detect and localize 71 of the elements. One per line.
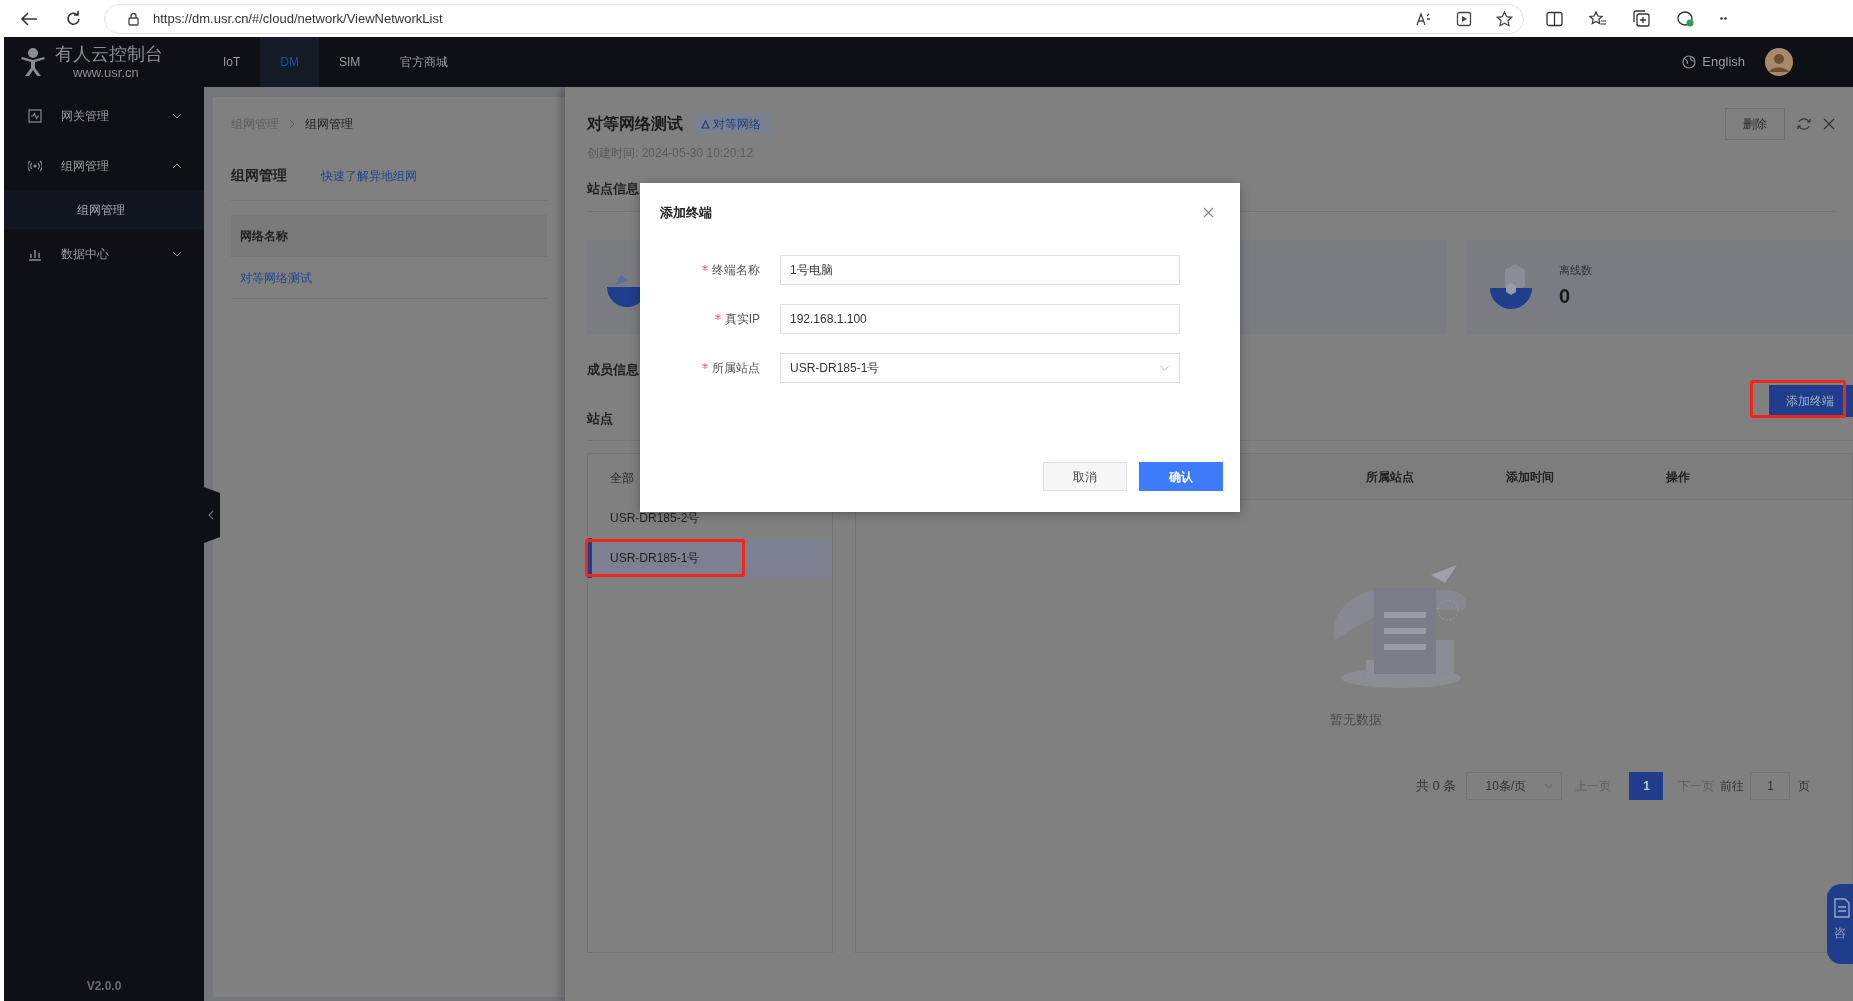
- signal-icon: [28, 159, 42, 173]
- chevron-down-icon: [1544, 782, 1554, 789]
- field-label: 真实IP: [724, 310, 760, 328]
- logo-title: 有人云控制台: [55, 45, 163, 63]
- section-heading: 站点: [587, 409, 613, 428]
- sidebar-item[interactable]: 网关管理: [4, 91, 204, 141]
- add-terminal-button[interactable]: 添加终端: [1769, 385, 1853, 417]
- favorites-icon[interactable]: [1589, 10, 1607, 27]
- collapse-handle[interactable]: [204, 487, 220, 543]
- read-aloud-icon[interactable]: [1416, 11, 1432, 26]
- more-icon[interactable]: [1720, 17, 1727, 20]
- page-size-select[interactable]: 10条/页: [1466, 771, 1563, 800]
- version-label: V2.0.0: [86, 978, 122, 995]
- split-screen-icon[interactable]: [1546, 10, 1563, 27]
- stat-label: 离线数: [1559, 262, 1592, 278]
- sidebar-item[interactable]: 数据中心: [4, 229, 204, 279]
- site-list-item[interactable]: USR-DR185-1号: [588, 538, 832, 578]
- chevron-up-icon: [172, 163, 182, 169]
- bar-chart-icon: [28, 247, 42, 261]
- nav-tab[interactable]: 官方商城: [380, 37, 469, 87]
- goto-label: 前往: [1720, 777, 1745, 795]
- column-header: 操作: [1666, 468, 1691, 486]
- section-heading: 成员信息: [587, 360, 639, 379]
- consult-button[interactable]: 咨: [1827, 884, 1853, 964]
- address-bar[interactable]: https://dm.usr.cn/#/cloud/network/ViewNetworkList: [104, 3, 1524, 34]
- column-header: 添加时间: [1506, 468, 1555, 486]
- chevron-down-icon: [172, 251, 182, 257]
- goto-page-field[interactable]: 1: [1750, 771, 1791, 800]
- pulse-box-icon: [28, 109, 42, 123]
- drawer-title: 对等网络测试: [587, 114, 683, 134]
- tag-text: 对等网络: [713, 116, 761, 133]
- sidebar-subitem[interactable]: 组网管理: [4, 191, 204, 229]
- input-field[interactable]: 1号电脑: [780, 254, 1180, 285]
- sidebar-item[interactable]: 组网管理: [4, 141, 204, 191]
- total-count: 共 0 条: [1416, 776, 1457, 795]
- confirm-button[interactable]: 确认: [1139, 462, 1223, 491]
- breadcrumb-current: 组网管理: [305, 116, 353, 133]
- page-number-button[interactable]: 1: [1629, 771, 1664, 800]
- chevron-down-icon: [1159, 364, 1170, 371]
- lock-icon: [128, 11, 139, 26]
- chevron-down-icon: [172, 113, 182, 119]
- delete-button[interactable]: 删除: [1725, 108, 1785, 140]
- chevron-right-icon: [289, 119, 295, 129]
- nav-tab[interactable]: SIM: [319, 37, 381, 87]
- avatar-icon[interactable]: [1765, 48, 1793, 76]
- close-icon[interactable]: [1203, 207, 1214, 219]
- star-icon[interactable]: [1496, 10, 1513, 27]
- site-select[interactable]: USR-DR185-1号: [780, 352, 1180, 383]
- globe-icon: [1682, 55, 1697, 69]
- field-label: 所属站点: [712, 359, 760, 377]
- page-title: 组网管理: [231, 166, 287, 185]
- app-icon[interactable]: [1456, 10, 1472, 27]
- logo-icon: [19, 47, 47, 77]
- logo-subtitle: www.usr.cn: [73, 66, 140, 79]
- back-icon[interactable]: [20, 10, 38, 27]
- consult-label: 咨: [1834, 925, 1846, 942]
- column-header: 所属站点: [1366, 468, 1415, 486]
- page-suffix: 页: [1798, 777, 1811, 795]
- url-text: https://dm.usr.cn/#/cloud/network/ViewNetworkList: [153, 9, 443, 28]
- close-icon[interactable]: [1823, 118, 1835, 130]
- stat-value: 0: [1559, 284, 1572, 310]
- document-icon: [1834, 898, 1850, 918]
- refresh-icon[interactable]: [65, 10, 82, 27]
- column-header: 网络名称: [240, 227, 288, 245]
- nav-tab[interactable]: IoT: [203, 37, 261, 87]
- field-label: 终端名称: [712, 261, 760, 279]
- language-label[interactable]: English: [1702, 52, 1745, 72]
- collections-icon[interactable]: [1633, 10, 1650, 27]
- triangle-icon: [701, 119, 710, 129]
- input-field[interactable]: 192.168.1.100: [780, 303, 1180, 334]
- cancel-button[interactable]: 取消: [1043, 462, 1127, 491]
